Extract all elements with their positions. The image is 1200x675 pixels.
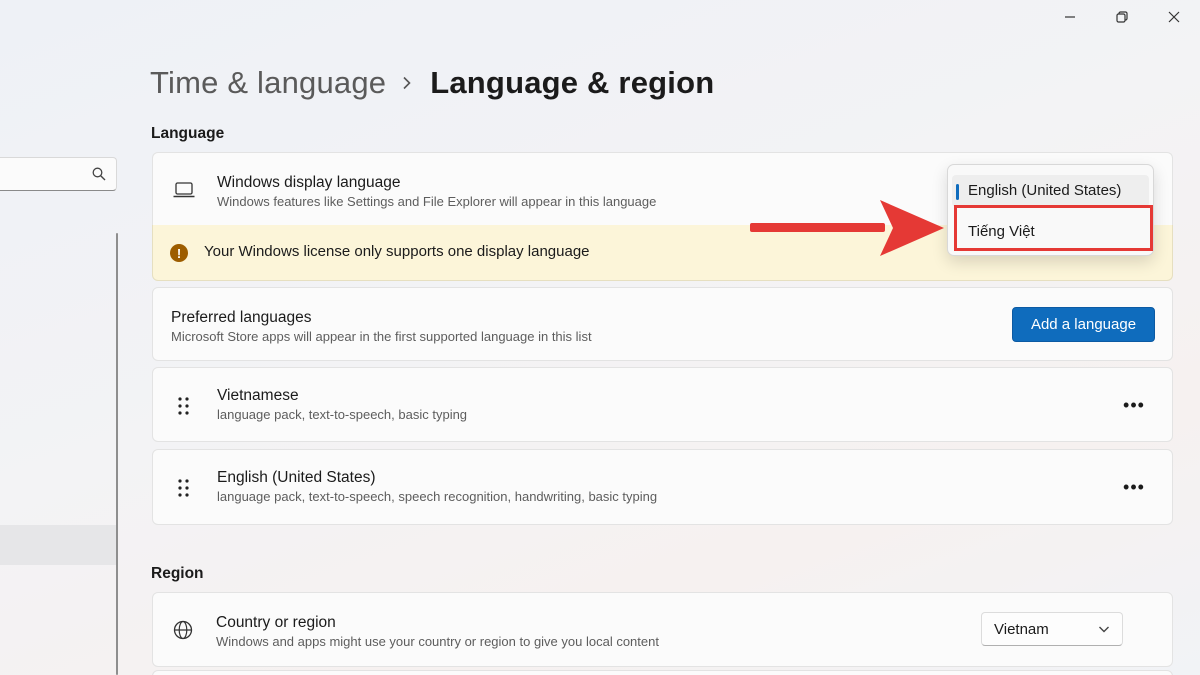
page-title: Language & region	[430, 65, 715, 100]
minimize-button[interactable]	[1044, 0, 1096, 34]
drag-handle-icon[interactable]	[177, 396, 191, 416]
section-label-region: Region	[151, 565, 204, 582]
display-language-title: Windows display language	[217, 174, 401, 191]
restore-icon	[1116, 11, 1128, 23]
more-options-button[interactable]: •••	[1120, 478, 1148, 506]
section-label-language: Language	[151, 125, 225, 142]
language-item-english[interactable]: English (United States) language pack, t…	[152, 449, 1173, 525]
breadcrumb-parent[interactable]: Time & language	[150, 65, 386, 101]
chevron-right-icon	[402, 76, 412, 90]
language-item-vietnamese[interactable]: Vietnamese language pack, text-to-speech…	[152, 367, 1173, 442]
nav-selected-item[interactable]	[0, 525, 116, 565]
search-icon	[92, 167, 106, 181]
selected-indicator	[956, 184, 959, 200]
country-region-title: Country or region	[216, 614, 336, 631]
close-button[interactable]	[1148, 0, 1200, 34]
preferred-languages-title: Preferred languages	[171, 309, 312, 326]
next-setting-card	[152, 670, 1173, 675]
dropdown-option-english[interactable]: English (United States)	[952, 175, 1149, 207]
preferred-languages-subtitle: Microsoft Store apps will appear in the …	[171, 329, 592, 344]
more-options-button[interactable]: •••	[1120, 396, 1148, 424]
language-name: English (United States)	[217, 469, 376, 486]
drag-handle-icon[interactable]	[177, 478, 191, 498]
minimize-icon	[1065, 16, 1075, 18]
license-warning-text: Your Windows license only supports one d…	[204, 243, 590, 260]
globe-icon	[173, 620, 193, 640]
country-select-value: Vietnam	[994, 621, 1049, 638]
add-language-button[interactable]: Add a language	[1012, 307, 1155, 342]
language-name: Vietnamese	[217, 387, 299, 404]
warning-icon: !	[170, 244, 188, 262]
restore-button[interactable]	[1096, 0, 1148, 34]
window-controls	[1044, 0, 1200, 34]
laptop-icon	[173, 182, 195, 198]
breadcrumb: Time & language Language & region	[150, 62, 714, 104]
language-features: language pack, text-to-speech, basic typ…	[217, 407, 468, 422]
display-language-subtitle: Windows features like Settings and File …	[217, 194, 657, 209]
nav-search-input[interactable]	[0, 157, 117, 191]
annotation-highlight-box	[954, 205, 1153, 251]
chevron-down-icon	[1099, 626, 1109, 633]
close-icon	[1168, 11, 1180, 23]
language-features: language pack, text-to-speech, speech re…	[217, 489, 658, 504]
annotation-arrow-icon	[750, 200, 944, 256]
nav-scrollbar[interactable]	[116, 233, 118, 675]
dropdown-option-label: English (United States)	[968, 182, 1122, 199]
country-region-subtitle: Windows and apps might use your country …	[216, 634, 659, 649]
country-select[interactable]: Vietnam	[981, 612, 1123, 646]
